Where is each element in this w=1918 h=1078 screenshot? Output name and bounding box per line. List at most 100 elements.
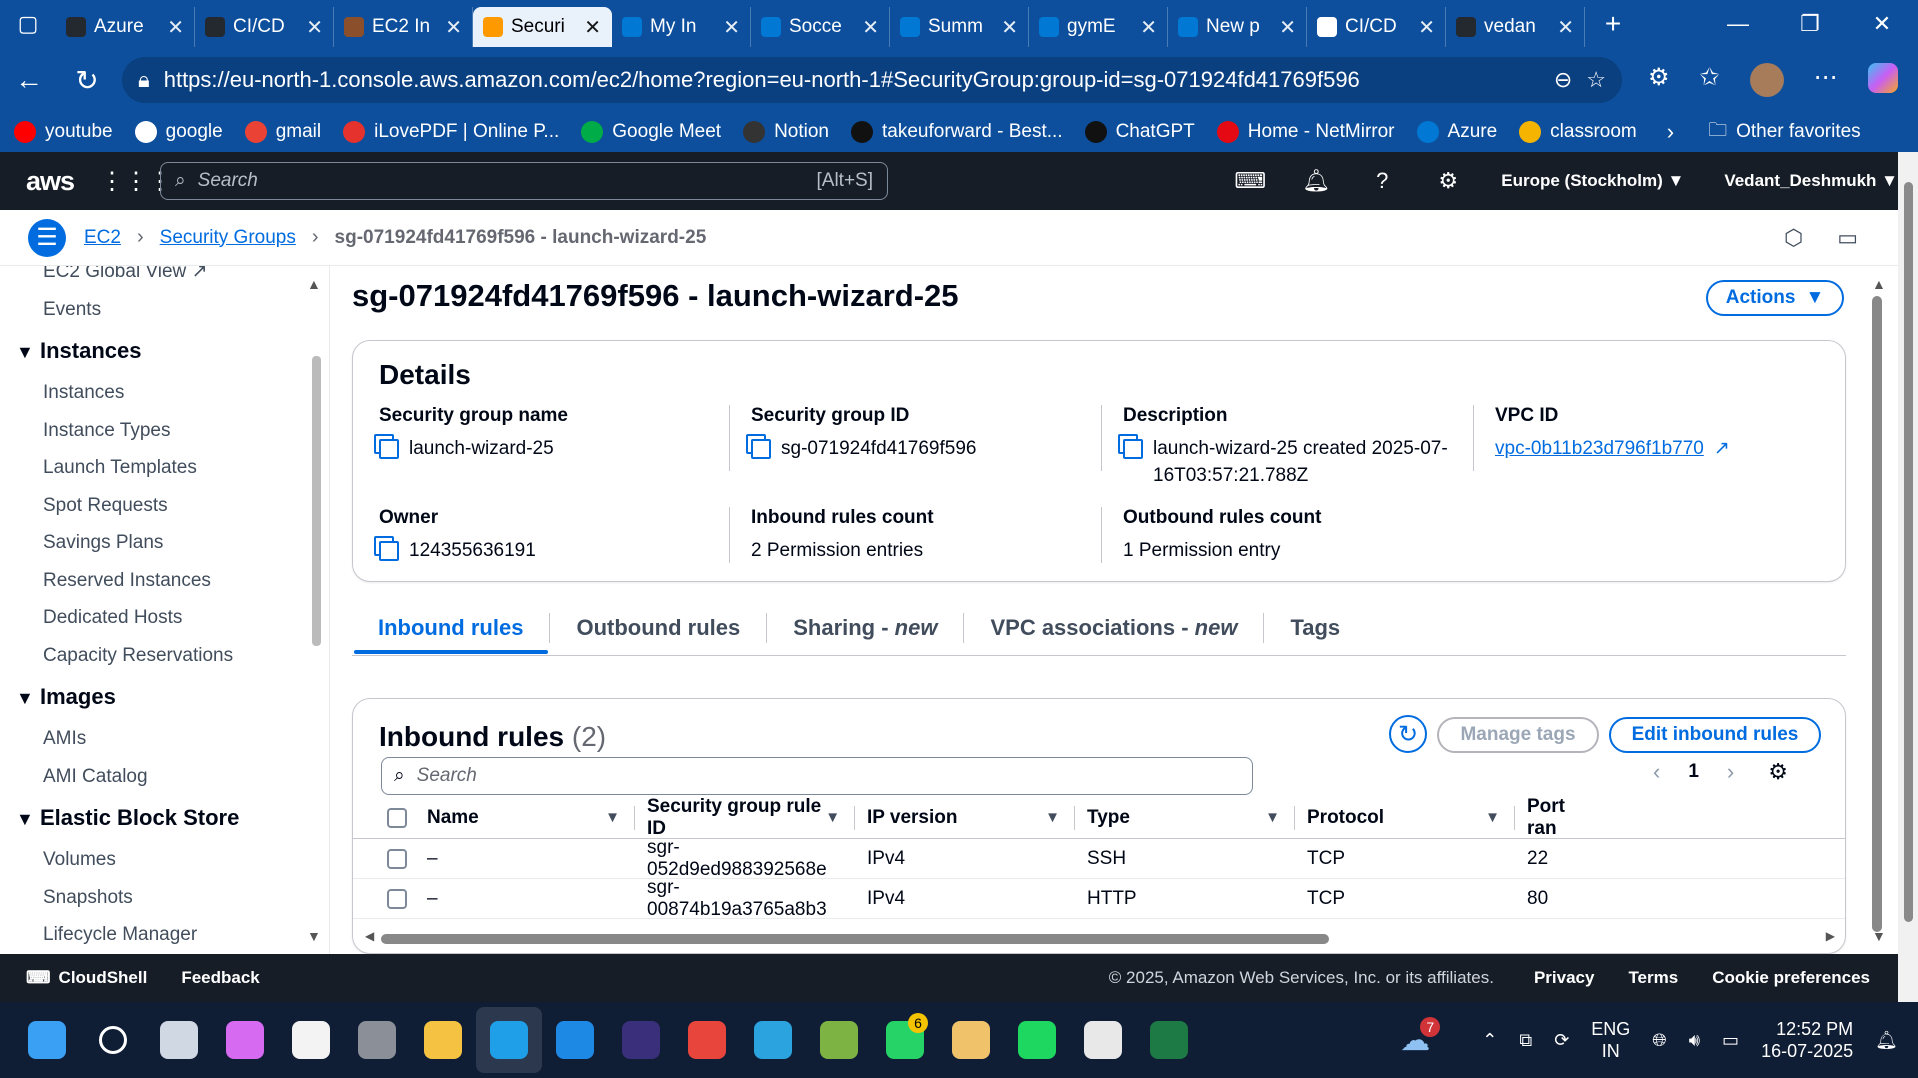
browser-tab[interactable]: Azure ✕ <box>56 7 195 47</box>
sidebar-section-header[interactable]: ▼ Elastic Block Store <box>0 795 329 841</box>
sidebar-item[interactable]: Dedicated Hosts <box>0 599 329 637</box>
copilot-icon[interactable] <box>212 1007 278 1073</box>
bookmark-item[interactable]: ChatGPT <box>1084 121 1195 143</box>
language-indicator[interactable]: ENG IN <box>1591 1018 1630 1062</box>
store-icon[interactable] <box>278 1007 344 1073</box>
prev-page-icon[interactable]: ‹ <box>1653 759 1660 785</box>
notepad-icon[interactable] <box>806 1007 872 1073</box>
rules-search-input[interactable]: ⌕ Search <box>381 757 1253 795</box>
edge-icon[interactable] <box>476 1007 542 1073</box>
more-icon[interactable]: ⋯ <box>1814 63 1838 97</box>
browser-tab[interactable]: vedan ✕ <box>1446 7 1585 47</box>
battery-icon[interactable]: ▭ <box>1722 1030 1739 1051</box>
table-settings-icon[interactable]: ⚙ <box>1768 759 1788 785</box>
row-select[interactable] <box>353 839 415 878</box>
sidebar-item-events[interactable]: Events <box>0 291 329 329</box>
checkbox[interactable] <box>387 888 407 909</box>
sidebar-item[interactable]: AMIs <box>0 720 329 758</box>
browser-tab[interactable]: EC2 In ✕ <box>334 7 473 47</box>
services-grid-icon[interactable]: ⋮⋮⋮ <box>100 167 172 196</box>
sidebar-item-ec2-global-view[interactable]: EC2 Global View ↗ <box>0 266 329 291</box>
start-icon[interactable] <box>14 1007 80 1073</box>
feedback-link[interactable]: Feedback <box>181 968 259 988</box>
sidebar-item[interactable]: Lifecycle Manager <box>0 916 329 954</box>
page-number[interactable]: 1 <box>1688 761 1699 783</box>
close-tab-icon[interactable]: ✕ <box>1140 15 1157 40</box>
copy-icon[interactable] <box>379 541 399 561</box>
sidebar-scroll-up-icon[interactable]: ▲ <box>307 276 321 292</box>
close-tab-icon[interactable]: ✕ <box>723 15 740 40</box>
new-tab-icon[interactable]: + <box>1585 8 1641 40</box>
region-selector[interactable]: Europe (Stockholm) ▼ <box>1501 171 1684 191</box>
bookmark-item[interactable]: Google Meet <box>581 121 721 143</box>
close-window-icon[interactable]: ✕ <box>1846 11 1918 37</box>
breadcrumb-ec2[interactable]: EC2 <box>84 227 121 249</box>
sidebar-item[interactable]: AMI Catalog <box>0 758 329 796</box>
main-scroll-up-icon[interactable]: ▲ <box>1872 276 1886 292</box>
table-row[interactable]: – sgr-052d9ed988392568e IPv4 SSH TCP 22 <box>353 837 1845 880</box>
close-tab-icon[interactable]: ✕ <box>584 15 601 40</box>
sidebar-item[interactable]: Capacity Reservations <box>0 637 329 675</box>
snipping-icon[interactable] <box>1070 1007 1136 1073</box>
excel-icon[interactable] <box>1136 1007 1202 1073</box>
close-tab-icon[interactable]: ✕ <box>167 15 184 40</box>
column-header[interactable]: Protocol ▼ <box>1295 797 1515 838</box>
column-header[interactable]: IP version ▼ <box>855 797 1075 838</box>
close-tab-icon[interactable]: ✕ <box>306 15 323 40</box>
bookmark-item[interactable]: youtube <box>14 121 113 143</box>
copilot-icon[interactable] <box>1867 63 1898 93</box>
vscode-icon[interactable] <box>542 1007 608 1073</box>
vpc-link[interactable]: vpc-0b11b23d796f1b770 <box>1495 435 1704 462</box>
telegram-icon[interactable] <box>740 1007 806 1073</box>
checkbox[interactable] <box>387 807 407 828</box>
volume-icon[interactable]: 🔊︎ <box>1689 1030 1700 1051</box>
hexagon-icon[interactable]: ⬡ <box>1784 225 1803 251</box>
column-header[interactable]: Port ran <box>1515 796 1575 839</box>
sort-caret-icon[interactable]: ▼ <box>825 809 840 826</box>
bookmark-item[interactable]: Home - NetMirror <box>1216 121 1395 143</box>
whatsapp-icon[interactable]: 6 <box>872 1007 938 1073</box>
select-all-checkbox[interactable] <box>353 797 415 838</box>
checkbox[interactable] <box>387 848 407 869</box>
bookmark-item[interactable]: Notion <box>743 121 829 143</box>
sidebar-item[interactable]: Instance Types <box>0 412 329 450</box>
spotify-icon[interactable] <box>1004 1007 1070 1073</box>
chevron-up-icon[interactable]: ⌃ <box>1482 1030 1497 1051</box>
bookmark-item[interactable]: gmail <box>244 121 321 143</box>
terms-link[interactable]: Terms <box>1628 968 1678 988</box>
scroll-right-icon[interactable]: ▶ <box>1826 929 1835 943</box>
favorites-icon[interactable]: ✩ <box>1700 63 1720 97</box>
browser-tab[interactable]: Summ ✕ <box>890 7 1029 47</box>
browser-tab[interactable]: Socce ✕ <box>751 7 890 47</box>
sidebar-scrollbar[interactable] <box>312 356 321 646</box>
settings-icon[interactable]: ⚙ <box>1415 168 1481 194</box>
breadcrumb-security-groups[interactable]: Security Groups <box>160 227 296 249</box>
tab-inbound-rules[interactable]: Inbound rules <box>352 612 551 643</box>
dropbox-icon[interactable]: ⧉ <box>1519 1030 1532 1051</box>
sidebar-scroll-down-icon[interactable]: ▼ <box>307 928 321 944</box>
user-menu[interactable]: Vedant_Deshmukh ▼ <box>1724 171 1898 191</box>
horizontal-scrollbar[interactable]: ◀ ▶ <box>365 929 1835 947</box>
sidebar-section-header[interactable]: ▼ Instances <box>0 328 329 374</box>
page-scroll-thumb[interactable] <box>1903 182 1913 922</box>
notifications-icon[interactable]: 🔔︎ <box>1875 1030 1898 1051</box>
extensions-icon[interactable]: ⚙ <box>1648 63 1670 97</box>
browser-tab[interactable]: CI/CD ✕ <box>195 7 334 47</box>
sidebar-item[interactable]: Spot Requests <box>0 487 329 525</box>
column-header[interactable]: Type ▼ <box>1075 797 1295 838</box>
zoom-icon[interactable]: ⊖ <box>1554 67 1572 93</box>
column-header[interactable]: Security group rule ID ▼ <box>635 796 855 839</box>
scroll-thumb[interactable] <box>381 934 1329 944</box>
help-icon[interactable]: ? <box>1349 168 1415 194</box>
close-tab-icon[interactable]: ✕ <box>1001 15 1018 40</box>
back-icon[interactable]: ← <box>0 64 58 96</box>
app-icon[interactable] <box>938 1007 1004 1073</box>
menu-icon[interactable]: ☰ <box>28 218 66 257</box>
weather-icon[interactable]: ☁ 7 <box>1400 1016 1441 1058</box>
sidebar-item[interactable]: Instances <box>0 374 329 412</box>
row-select[interactable] <box>353 879 415 918</box>
sync-icon[interactable]: ⟳ <box>1554 1030 1569 1051</box>
restore-icon[interactable]: ❐ <box>1774 11 1846 37</box>
tab-tags[interactable]: Tags <box>1264 613 1366 643</box>
search-icon[interactable] <box>80 1007 146 1073</box>
